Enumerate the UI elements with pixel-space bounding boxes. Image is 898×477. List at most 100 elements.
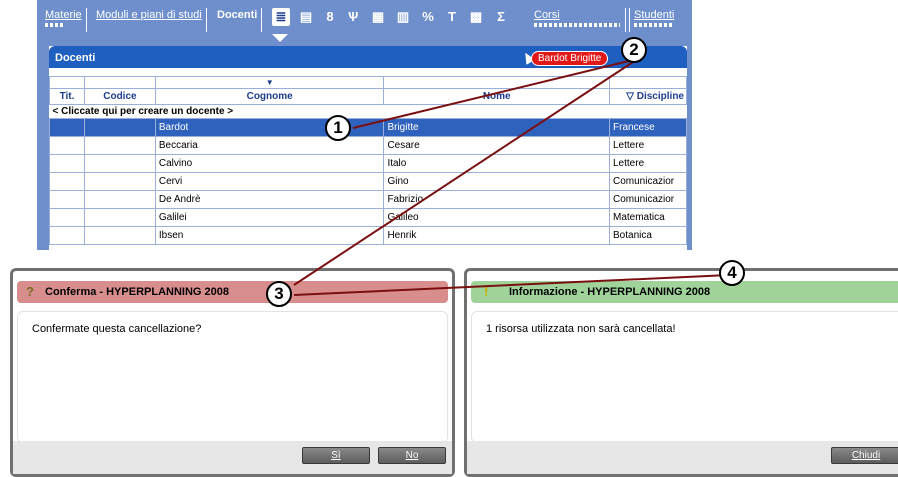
table-header-row: Tit. Codice Cognome Nome ▽ Discipline <box>49 88 687 105</box>
confirm-dialog: ? Conferma - HYPERPLANNING 2008 Conferma… <box>10 268 455 477</box>
cell-disciplina[interactable]: Lettere <box>609 136 687 155</box>
cell-codice[interactable] <box>83 226 156 245</box>
grid-icon[interactable]: ▦ <box>369 8 387 26</box>
sort-cell <box>83 76 156 89</box>
app-window: Materie Moduli e piani di studi Docenti … <box>37 0 692 250</box>
cell-disciplina[interactable]: Comunicazior <box>609 172 687 191</box>
drag-tag: Bardot Brigitte <box>531 51 609 66</box>
question-icon: ? <box>26 284 34 299</box>
tab-bar: Materie Moduli e piani di studi Docenti … <box>37 0 692 42</box>
cell-nome[interactable]: Galileo <box>383 208 610 227</box>
cell-codice[interactable] <box>83 118 156 137</box>
table-row[interactable]: De Andrè Fabrizio Comunicazior <box>49 190 687 209</box>
sum-icon[interactable]: Σ <box>492 8 510 26</box>
tab-docenti-label: Docenti <box>217 9 258 21</box>
cell-disciplina[interactable]: Botanica <box>609 226 687 245</box>
cell-tit[interactable] <box>49 118 85 137</box>
docenti-table: ▼ Tit. Codice Cognome Nome ▽ Discipline … <box>49 76 687 245</box>
close-button-label: Chiudi <box>851 450 881 461</box>
exclamation-icon: ! <box>484 284 489 299</box>
sort-arrow-icon[interactable]: ▼ <box>154 76 385 89</box>
table-row[interactable]: Galilei Galileo Matematica <box>49 208 687 227</box>
list-view-icon[interactable]: ≣ <box>272 8 290 26</box>
table-row[interactable]: Beccaria Cesare Lettere <box>49 136 687 155</box>
cell-disciplina[interactable]: Matematica <box>609 208 687 227</box>
cell-cognome[interactable]: Galilei <box>154 208 385 227</box>
yes-button-label: Sì <box>331 450 341 461</box>
panel-title: Docenti <box>55 52 96 64</box>
cell-tit[interactable] <box>49 154 85 173</box>
cell-nome[interactable]: Henrik <box>383 226 610 245</box>
table-row[interactable]: Calvino Italo Lettere <box>49 154 687 173</box>
cell-tit[interactable] <box>49 172 85 191</box>
col-header-codice[interactable]: Codice <box>83 88 156 105</box>
create-row[interactable]: < Cliccate qui per creare un docente > <box>50 105 687 119</box>
info-dialog-header: ! Informazione - HYPERPLANNING 2008 <box>471 281 898 303</box>
col-header-nome[interactable]: Nome <box>383 88 610 105</box>
tab-indicator <box>534 23 620 27</box>
cell-codice[interactable] <box>83 208 156 227</box>
cell-nome[interactable]: Brigitte <box>383 118 610 137</box>
docenti-panel: Docenti Bardot Brigitte ▼ Tit. Codice Co… <box>49 46 687 250</box>
callout-2: 2 <box>621 37 647 63</box>
cell-nome[interactable]: Cesare <box>383 136 610 155</box>
tab-indicator <box>634 23 674 27</box>
sort-cell <box>383 76 610 89</box>
cell-cognome[interactable]: Ibsen <box>154 226 385 245</box>
active-view-arrow-icon <box>272 34 288 42</box>
cell-cognome[interactable]: De Andrè <box>154 190 385 209</box>
tab-docenti[interactable]: Docenti <box>213 8 263 32</box>
cell-cognome[interactable]: Cervi <box>154 172 385 191</box>
cell-nome[interactable]: Gino <box>383 172 610 191</box>
col-header-tit[interactable]: Tit. <box>49 88 85 105</box>
tab-indicator <box>45 23 65 27</box>
cell-nome[interactable]: Fabrizio <box>383 190 610 209</box>
cell-tit[interactable] <box>49 208 85 227</box>
percent-icon[interactable]: % <box>419 8 437 26</box>
no-button[interactable]: No <box>378 447 446 464</box>
cell-codice[interactable] <box>83 190 156 209</box>
form-icon[interactable]: ▤ <box>297 8 315 26</box>
confirm-dialog-title: Conferma - HYPERPLANNING 2008 <box>45 286 229 298</box>
yes-button[interactable]: Sì <box>302 447 370 464</box>
tab-moduli[interactable]: Moduli e piani di studi <box>92 8 207 32</box>
info-dialog-footer: Chiudi <box>467 441 898 474</box>
tab-studenti[interactable]: Studenti <box>629 8 678 32</box>
info-dialog-title: Informazione - HYPERPLANNING 2008 <box>509 286 711 298</box>
table-row[interactable]: Bardot Brigitte Francese <box>49 118 687 137</box>
filter-icon[interactable]: T <box>443 8 461 26</box>
cell-cognome[interactable]: Beccaria <box>154 136 385 155</box>
timetable-icon[interactable]: 8 <box>321 8 339 26</box>
planning-icon[interactable]: Ѱ <box>344 8 362 26</box>
cell-disciplina[interactable]: Francese <box>609 118 687 137</box>
cell-cognome[interactable]: Calvino <box>154 154 385 173</box>
create-row-label[interactable]: < Cliccate qui per creare un docente > <box>50 105 687 119</box>
cell-tit[interactable] <box>49 226 85 245</box>
sort-cell <box>609 76 687 89</box>
cell-codice[interactable] <box>83 136 156 155</box>
cell-tit[interactable] <box>49 136 85 155</box>
cell-codice[interactable] <box>83 154 156 173</box>
info-dialog: ! Informazione - HYPERPLANNING 2008 1 ri… <box>464 268 898 477</box>
cell-nome[interactable]: Italo <box>383 154 610 173</box>
callout-4: 4 <box>719 260 745 286</box>
table-row[interactable]: Cervi Gino Comunicazior <box>49 172 687 191</box>
info-dialog-body: 1 risorsa utilizzata non sarà cancellata… <box>471 311 898 443</box>
cell-tit[interactable] <box>49 190 85 209</box>
confirm-dialog-footer: Sì No <box>13 441 452 474</box>
tab-materie-label: Materie <box>45 9 82 21</box>
col-header-cognome[interactable]: Cognome <box>154 88 385 105</box>
tab-corsi-label: Corsi <box>534 9 560 21</box>
filter-triangle-icon: ▽ <box>626 91 637 102</box>
cell-disciplina[interactable]: Comunicazior <box>609 190 687 209</box>
confirm-dialog-header: ? Conferma - HYPERPLANNING 2008 <box>17 281 448 303</box>
matrix-icon[interactable]: ▩ <box>467 8 485 26</box>
close-button[interactable]: Chiudi <box>831 447 898 464</box>
tab-corsi[interactable]: Corsi <box>530 8 626 32</box>
calendar-icon[interactable]: ▥ <box>394 8 412 26</box>
col-header-discipline[interactable]: ▽ Discipline <box>609 88 687 105</box>
cell-codice[interactable] <box>83 172 156 191</box>
cell-disciplina[interactable]: Lettere <box>609 154 687 173</box>
table-row[interactable]: Ibsen Henrik Botanica <box>49 226 687 245</box>
tab-materie[interactable]: Materie <box>41 8 87 32</box>
